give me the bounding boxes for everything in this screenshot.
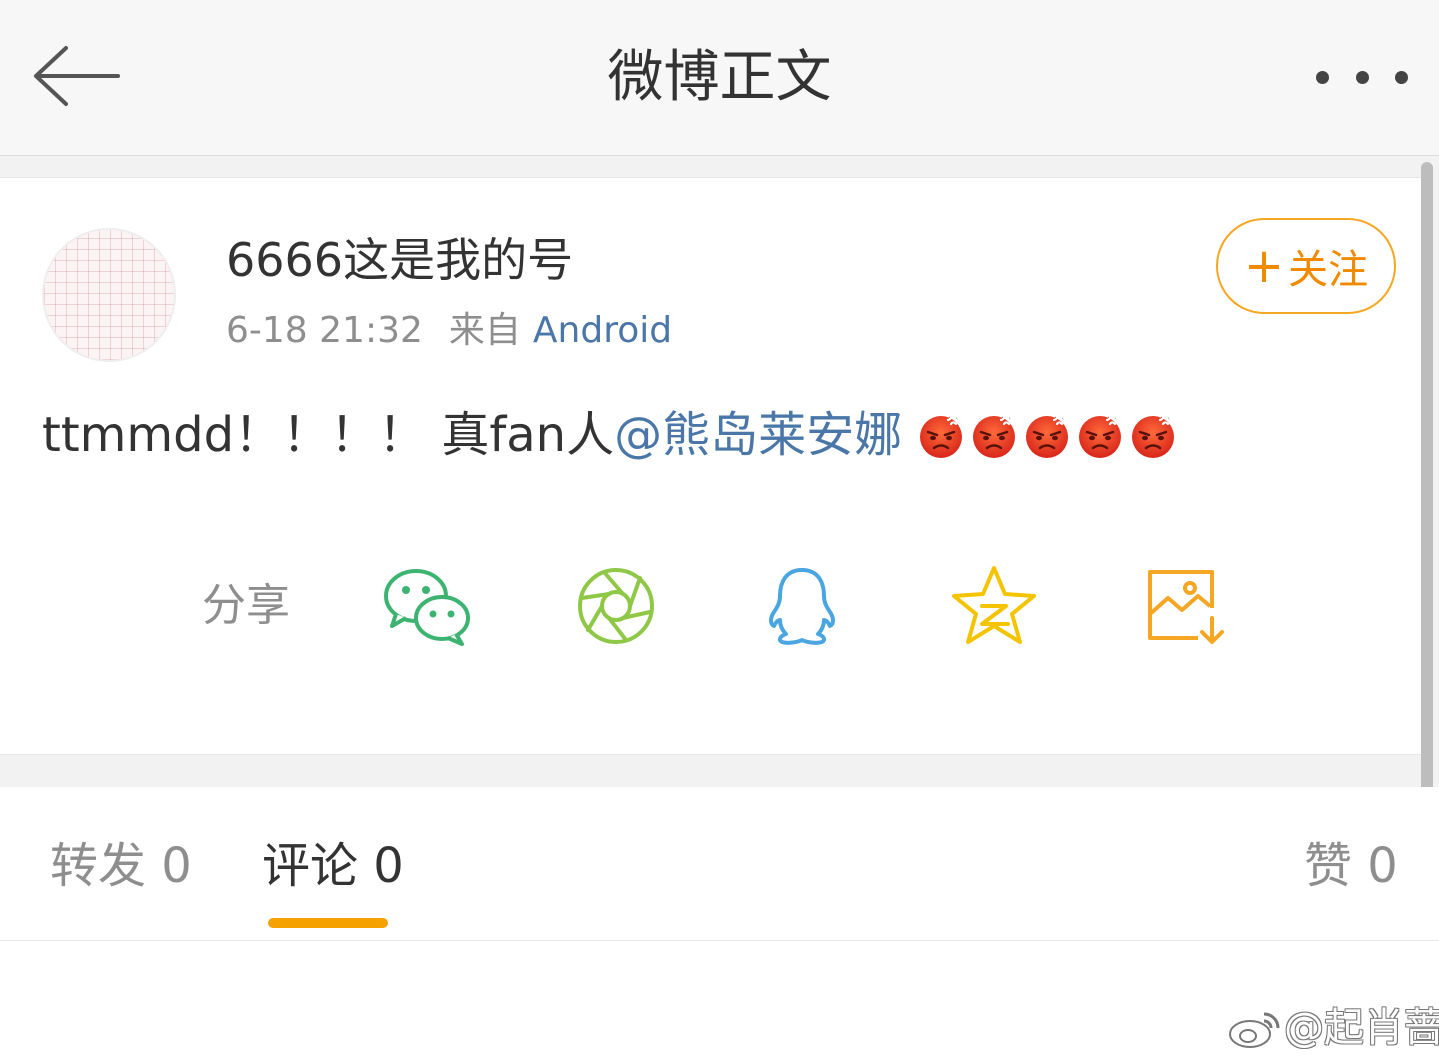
post-meta: 6-18 21:32 来自 Android — [226, 306, 672, 356]
post-time: 6-18 21:32 — [226, 310, 423, 351]
share-moments-button[interactable] — [574, 562, 666, 652]
tab-like[interactable]: 赞 0 — [1304, 834, 1398, 898]
angry-face-emoji — [1132, 413, 1175, 458]
emoji-group — [916, 410, 1181, 460]
tab-repost[interactable]: 转发 0 — [50, 834, 192, 898]
more-dots-icon — [1316, 70, 1329, 84]
save-image-icon — [1148, 570, 1224, 644]
share-qzone-button[interactable] — [950, 562, 1042, 652]
plus-icon: + — [1243, 238, 1285, 294]
comments-area — [0, 941, 1439, 1062]
share-label: 分享 — [202, 580, 290, 631]
moments-icon — [578, 568, 654, 644]
username[interactable]: 6666这是我的号 — [226, 228, 573, 292]
qzone-icon — [952, 566, 1036, 644]
watermark-text: @起肖蔷 — [1284, 1005, 1439, 1051]
weibo-logo-icon — [1229, 1012, 1280, 1048]
angry-face-emoji — [1079, 413, 1122, 458]
more-dot — [1395, 70, 1408, 84]
active-tab-indicator — [268, 918, 388, 928]
tab-bar — [0, 787, 1439, 941]
source-link[interactable]: Android — [533, 310, 672, 351]
share-wechat-button[interactable] — [382, 562, 474, 652]
source-label: 来自 — [448, 310, 521, 351]
tab-comment[interactable]: 评论 0 — [262, 834, 404, 898]
follow-button[interactable]: + 关注 — [1216, 218, 1396, 314]
wechat-icon — [384, 569, 470, 646]
qq-icon — [769, 568, 835, 645]
avatar[interactable] — [42, 228, 176, 362]
page-title: 微博正文 — [607, 45, 832, 110]
watermark: @起肖蔷 — [1226, 1000, 1439, 1056]
angry-face-emoji — [973, 413, 1016, 458]
mention-link[interactable]: @熊岛莱安娜 — [614, 400, 902, 470]
more-button[interactable] — [1316, 66, 1408, 88]
follow-label: 关注 — [1288, 247, 1369, 293]
angry-face-emoji — [1026, 413, 1069, 458]
angry-face-emoji — [920, 413, 963, 458]
more-dot — [1355, 70, 1369, 84]
post-text: ttmmdd！！！！ 真fan人 @熊岛莱安娜 — [42, 400, 1181, 470]
post-text-body: ttmmdd！！！！ 真fan人 — [42, 407, 615, 463]
save-image-button[interactable] — [1142, 562, 1234, 652]
scrollbar[interactable] — [1421, 162, 1433, 826]
share-qq-button[interactable] — [758, 562, 850, 652]
